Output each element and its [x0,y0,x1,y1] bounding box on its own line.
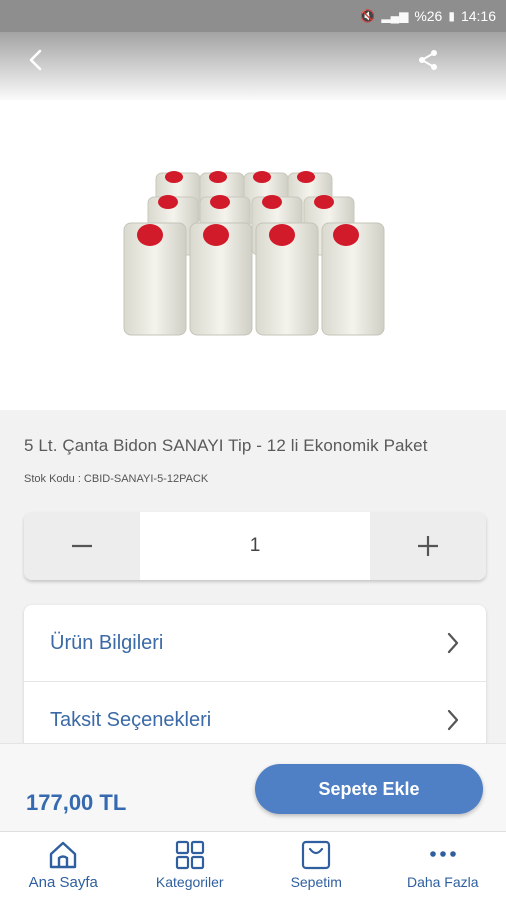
increase-button[interactable] [370,512,486,580]
nav-categories[interactable]: Kategoriler [127,832,254,900]
battery-icon: ▮ [448,9,455,23]
product-info-row[interactable]: Ürün Bilgileri [24,605,486,682]
nav-home-label: Ana Sayfa [28,874,98,891]
chevron-left-icon [29,49,42,71]
nav-categories-label: Kategoriler [155,874,224,890]
installment-options-row[interactable]: Taksit Seçenekleri [24,682,486,745]
minus-icon [72,544,92,548]
battery-level: %26 [414,8,443,24]
quantity-stepper: 1 [24,512,486,580]
nav-more-label: Daha Fazla [406,874,479,890]
add-to-cart-button[interactable]: Sepete Ekle [255,764,483,814]
chevron-right-icon [447,632,459,654]
nav-cart-label: Sepetim [290,874,342,890]
bottom-nav: Ana Sayfa Kategoriler Sepetim Daha Fazla [0,831,506,900]
status-bar: 🔇 ▂▄▆ %26 ▮ 14:16 [0,0,506,32]
nav-cart[interactable]: Sepetim [253,832,380,900]
share-button[interactable] [410,42,446,78]
mute-icon: 🔇 [360,9,376,23]
product-title: 5 Lt. Çanta Bidon SANAYI Tip - 12 li Eko… [24,436,428,455]
product-image-area[interactable] [0,100,506,410]
header [0,32,506,100]
chevron-right-icon [447,709,459,731]
installment-options-label: Taksit Seçenekleri [50,708,212,731]
product-info-label: Ürün Bilgileri [50,631,164,654]
product-image [123,171,385,336]
bag-icon [302,840,331,870]
price: 177,00 TL [26,790,127,815]
nav-home[interactable]: Ana Sayfa [0,832,127,900]
purchase-bar: 177,00 TL Sepete Ekle [0,743,506,831]
grid-icon [175,840,204,870]
decrease-button[interactable] [24,512,140,580]
share-icon [419,50,437,70]
back-button[interactable] [18,42,54,78]
quantity-value[interactable]: 1 [140,512,370,580]
stock-code: Stok Kodu : CBID-SANAYI-5-12PACK [24,473,209,485]
product-menu: Ürün Bilgileri Taksit Seçenekleri [24,605,486,745]
signal-icon: ▂▄▆ [381,9,409,23]
more-icon [429,851,456,857]
clock: 14:16 [460,8,496,24]
home-icon [50,841,77,869]
plus-icon [418,536,438,556]
nav-more[interactable]: Daha Fazla [380,832,506,900]
